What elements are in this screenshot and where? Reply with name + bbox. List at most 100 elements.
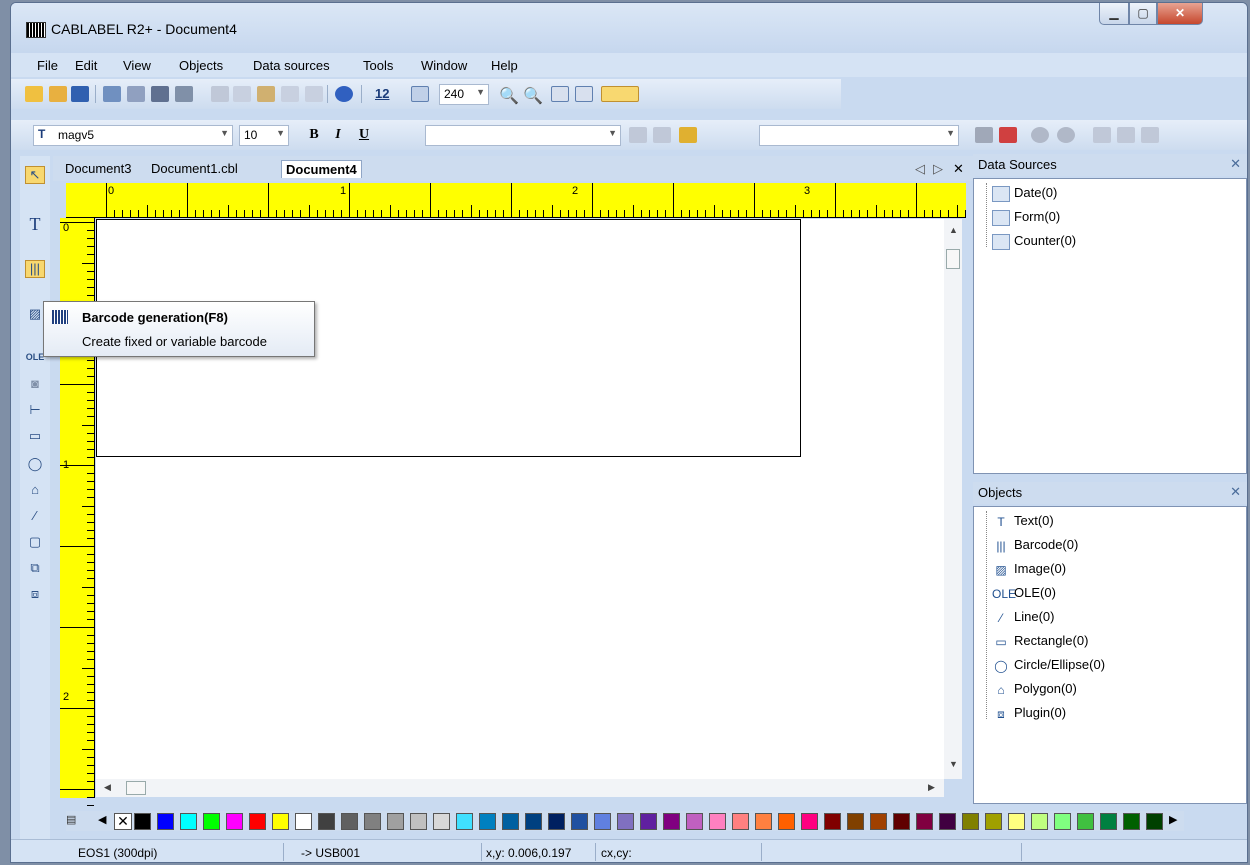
- color-swatch[interactable]: [249, 813, 266, 830]
- underline-button[interactable]: U: [355, 127, 373, 143]
- color-swatch[interactable]: [387, 813, 404, 830]
- line-dim-tool-icon[interactable]: ⊢: [25, 402, 45, 420]
- object-item[interactable]: ⌂ Polygon(0): [992, 679, 1077, 699]
- color-swatch[interactable]: [295, 813, 312, 830]
- barcode-tool-icon[interactable]: |||: [25, 260, 45, 278]
- object-item[interactable]: ◯ Circle/Ellipse(0): [992, 655, 1105, 675]
- grid-icon[interactable]: [411, 86, 429, 102]
- object-item[interactable]: OLEOLE(0): [992, 583, 1056, 603]
- align-vertical-icon[interactable]: [1093, 127, 1111, 143]
- help-icon[interactable]: [335, 86, 353, 102]
- color-swatch[interactable]: [640, 813, 657, 830]
- font-size-icon[interactable]: 12: [375, 86, 393, 102]
- rectangle-tool-icon[interactable]: ▭: [25, 428, 45, 446]
- copy-icon[interactable]: [233, 86, 251, 102]
- color-swatch[interactable]: [939, 813, 956, 830]
- vertical-scroll-thumb[interactable]: [946, 249, 960, 269]
- color-swatch[interactable]: [479, 813, 496, 830]
- vertical-scrollbar[interactable]: ▲ ▼: [944, 219, 962, 779]
- ellipse-tool-icon[interactable]: ◯: [25, 456, 45, 474]
- palette-menu-icon[interactable]: ▤: [66, 813, 82, 829]
- color-swatch[interactable]: [203, 813, 220, 830]
- redo-icon[interactable]: [305, 86, 323, 102]
- settings-icon[interactable]: [127, 86, 145, 102]
- zoom-select[interactable]: 240 ▼: [439, 84, 489, 105]
- data-sources-close-icon[interactable]: ✕: [1230, 156, 1241, 172]
- edit-icon[interactable]: [629, 127, 647, 143]
- color-swatch[interactable]: [755, 813, 772, 830]
- tab-document1[interactable]: Document1.cbl: [147, 160, 242, 177]
- color-swatch[interactable]: [157, 813, 174, 830]
- color-swatch[interactable]: [893, 813, 910, 830]
- color-swatch[interactable]: [134, 813, 151, 830]
- object-item[interactable]: ▨ Image(0): [992, 559, 1066, 579]
- tab-document4[interactable]: Document4: [281, 160, 362, 178]
- ole-tool-icon[interactable]: OLE: [25, 352, 45, 370]
- color-swatch[interactable]: [571, 813, 588, 830]
- print-icon[interactable]: [151, 86, 169, 102]
- line-tool-icon[interactable]: ∕: [25, 508, 45, 526]
- menu-view[interactable]: View: [123, 58, 151, 73]
- color-swatch[interactable]: [663, 813, 680, 830]
- object-item[interactable]: T Text(0): [992, 511, 1053, 531]
- rotate-right-icon[interactable]: [1057, 127, 1075, 143]
- color-swatch[interactable]: [1031, 813, 1048, 830]
- shape-tool-icon[interactable]: ⧉: [25, 560, 45, 578]
- image-tool-icon[interactable]: ▨: [25, 306, 45, 324]
- print-preview-icon[interactable]: [103, 86, 121, 102]
- zoom-in-icon[interactable]: 🔍: [499, 86, 519, 105]
- open-icon[interactable]: [49, 86, 67, 102]
- fit-width-icon[interactable]: [551, 86, 569, 102]
- bold-button[interactable]: B: [305, 127, 323, 143]
- color-swatch[interactable]: [870, 813, 887, 830]
- tab-next-icon[interactable]: ▷: [929, 160, 947, 178]
- color-swatch[interactable]: [341, 813, 358, 830]
- color-swatch[interactable]: [709, 813, 726, 830]
- color-swatch[interactable]: [364, 813, 381, 830]
- color-swatch[interactable]: [1008, 813, 1025, 830]
- color-swatch[interactable]: [1077, 813, 1094, 830]
- object-item[interactable]: ||| Barcode(0): [992, 535, 1078, 555]
- color-swatch[interactable]: [525, 813, 542, 830]
- menu-tools[interactable]: Tools: [363, 58, 393, 73]
- printer-icon[interactable]: [175, 86, 193, 102]
- align-grid-icon[interactable]: [601, 86, 639, 102]
- polygon-tool-icon[interactable]: ⌂: [25, 482, 45, 500]
- color-swatch[interactable]: [318, 813, 335, 830]
- text-tool-icon[interactable]: T: [25, 214, 45, 234]
- tool1-icon[interactable]: [975, 127, 993, 143]
- select-icon[interactable]: ↖: [25, 166, 45, 184]
- color-swatch[interactable]: [272, 813, 289, 830]
- menu-edit[interactable]: Edit: [75, 58, 97, 73]
- object-item[interactable]: ⁄ Line(0): [992, 607, 1054, 627]
- color-swatch[interactable]: [985, 813, 1002, 830]
- color-swatch[interactable]: [456, 813, 473, 830]
- color-swatch[interactable]: [502, 813, 519, 830]
- data-source-item[interactable]: Counter(0): [992, 231, 1076, 251]
- tool2-icon[interactable]: [999, 127, 1017, 143]
- paste-icon[interactable]: [257, 86, 275, 102]
- menu-file[interactable]: File: [37, 58, 58, 73]
- color-swatch[interactable]: [617, 813, 634, 830]
- maximize-button[interactable]: ▢: [1129, 3, 1157, 25]
- color-swatch[interactable]: [801, 813, 818, 830]
- palette-next-icon[interactable]: ▶: [1169, 813, 1183, 830]
- objects-close-icon[interactable]: ✕: [1230, 484, 1241, 500]
- color-swatch[interactable]: [433, 813, 450, 830]
- color-swatch[interactable]: [1054, 813, 1071, 830]
- tab-close-icon[interactable]: ✕: [949, 160, 968, 178]
- object-item[interactable]: ⧈ Plugin(0): [992, 703, 1066, 723]
- list-icon[interactable]: [653, 127, 671, 143]
- no-color-icon[interactable]: ✕: [114, 813, 132, 830]
- color-swatch[interactable]: [962, 813, 979, 830]
- color-swatch[interactable]: [548, 813, 565, 830]
- object-item[interactable]: ▭ Rectangle(0): [992, 631, 1088, 651]
- spacing-icon[interactable]: [1141, 127, 1159, 143]
- rounded-rect-tool-icon[interactable]: ▢: [25, 534, 45, 552]
- minimize-button[interactable]: ▁: [1099, 3, 1129, 25]
- zoom-out-icon[interactable]: 🔍: [523, 86, 543, 105]
- rotate-left-icon[interactable]: [1031, 127, 1049, 143]
- tab-prev-icon[interactable]: ◁: [911, 160, 929, 178]
- tab-document3[interactable]: Document3: [61, 160, 135, 177]
- new-icon[interactable]: [25, 86, 43, 102]
